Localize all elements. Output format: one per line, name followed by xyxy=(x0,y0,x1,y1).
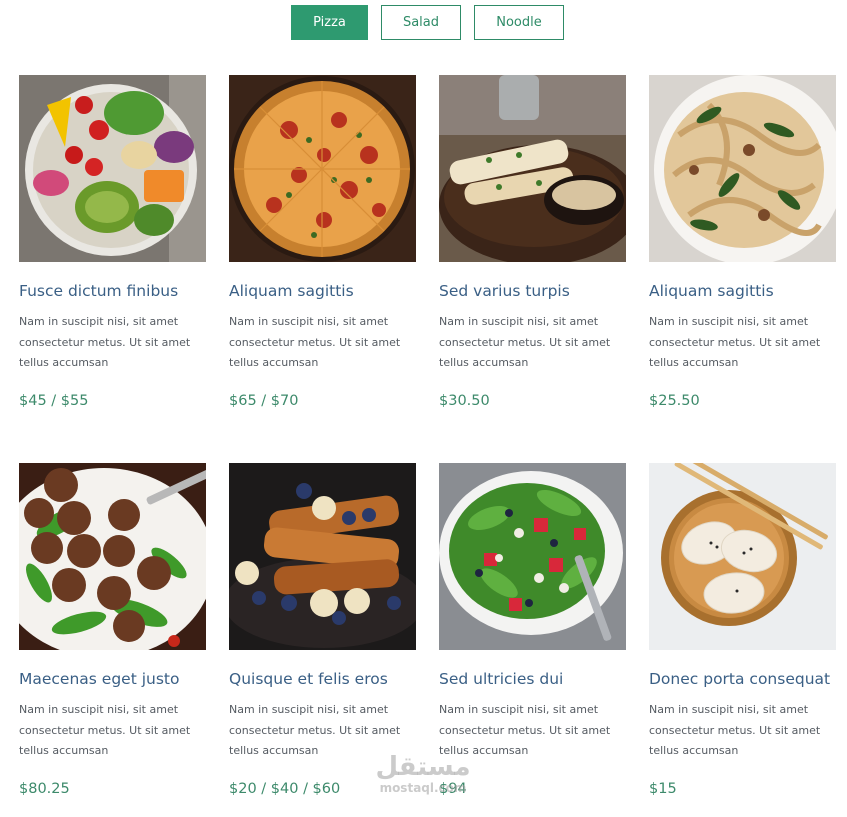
menu-item-price: $45 / $55 xyxy=(19,392,89,409)
menu-item-title[interactable]: Fusce dictum finibus xyxy=(19,282,206,300)
menu-item-description: Nam in suscipit nisi, sit amet consectet… xyxy=(439,315,611,369)
menu-card: Fusce dictum finibus Nam in suscipit nis… xyxy=(19,75,206,409)
menu-item-price: $20 / $40 / $60 xyxy=(229,780,341,797)
menu-item-price: $15 xyxy=(649,780,677,797)
menu-card: Maecenas eget justo Nam in suscipit nisi… xyxy=(19,463,206,797)
menu-item-title[interactable]: Maecenas eget justo xyxy=(19,670,206,688)
menu-item-description: Nam in suscipit nisi, sit amet consectet… xyxy=(649,315,821,369)
menu-item-title[interactable]: Sed varius turpis xyxy=(439,282,626,300)
menu-item-title[interactable]: Donec porta consequat xyxy=(649,670,836,688)
french-toast-image[interactable] xyxy=(229,463,416,650)
menu-card: Quisque et felis eros Nam in suscipit ni… xyxy=(229,463,416,797)
menu-item-title[interactable]: Aliquam sagittis xyxy=(229,282,416,300)
menu-card: Sed varius turpis Nam in suscipit nisi, … xyxy=(439,75,626,409)
salad-bowl-image[interactable] xyxy=(19,75,206,262)
pizza-image[interactable] xyxy=(229,75,416,262)
menu-item-price: $30.50 xyxy=(439,392,490,409)
menu-card: Donec porta consequat Nam in suscipit ni… xyxy=(649,463,836,797)
menu-item-description: Nam in suscipit nisi, sit amet consectet… xyxy=(439,703,611,757)
meatballs-image[interactable] xyxy=(19,463,206,650)
menu-card: Sed ultricies dui Nam in suscipit nisi, … xyxy=(439,463,626,797)
menu-item-title[interactable]: Quisque et felis eros xyxy=(229,670,416,688)
menu-item-title[interactable]: Sed ultricies dui xyxy=(439,670,626,688)
menu-card: Aliquam sagittis Nam in suscipit nisi, s… xyxy=(649,75,836,409)
menu-item-title[interactable]: Aliquam sagittis xyxy=(649,282,836,300)
menu-item-description: Nam in suscipit nisi, sit amet consectet… xyxy=(19,315,191,369)
menu-item-price: $94 xyxy=(439,780,467,797)
category-filter-tabs: Pizza Salad Noodle xyxy=(0,5,847,40)
menu-item-price: $80.25 xyxy=(19,780,70,797)
tab-pizza[interactable]: Pizza xyxy=(291,5,368,40)
dumplings-image[interactable] xyxy=(649,463,836,650)
tab-salad[interactable]: Salad xyxy=(381,5,461,40)
menu-item-description: Nam in suscipit nisi, sit amet consectet… xyxy=(229,315,401,369)
tab-noodle[interactable]: Noodle xyxy=(474,5,564,40)
pasta-image[interactable] xyxy=(649,75,836,262)
menu-card: Aliquam sagittis Nam in suscipit nisi, s… xyxy=(229,75,416,409)
menu-item-price: $25.50 xyxy=(649,392,700,409)
menu-item-price: $65 / $70 xyxy=(229,392,299,409)
menu-item-description: Nam in suscipit nisi, sit amet consectet… xyxy=(19,703,191,757)
grilled-dish-image[interactable] xyxy=(439,75,626,262)
menu-item-description: Nam in suscipit nisi, sit amet consectet… xyxy=(229,703,401,757)
fruit-salad-image[interactable] xyxy=(439,463,626,650)
menu-item-description: Nam in suscipit nisi, sit amet consectet… xyxy=(649,703,821,757)
